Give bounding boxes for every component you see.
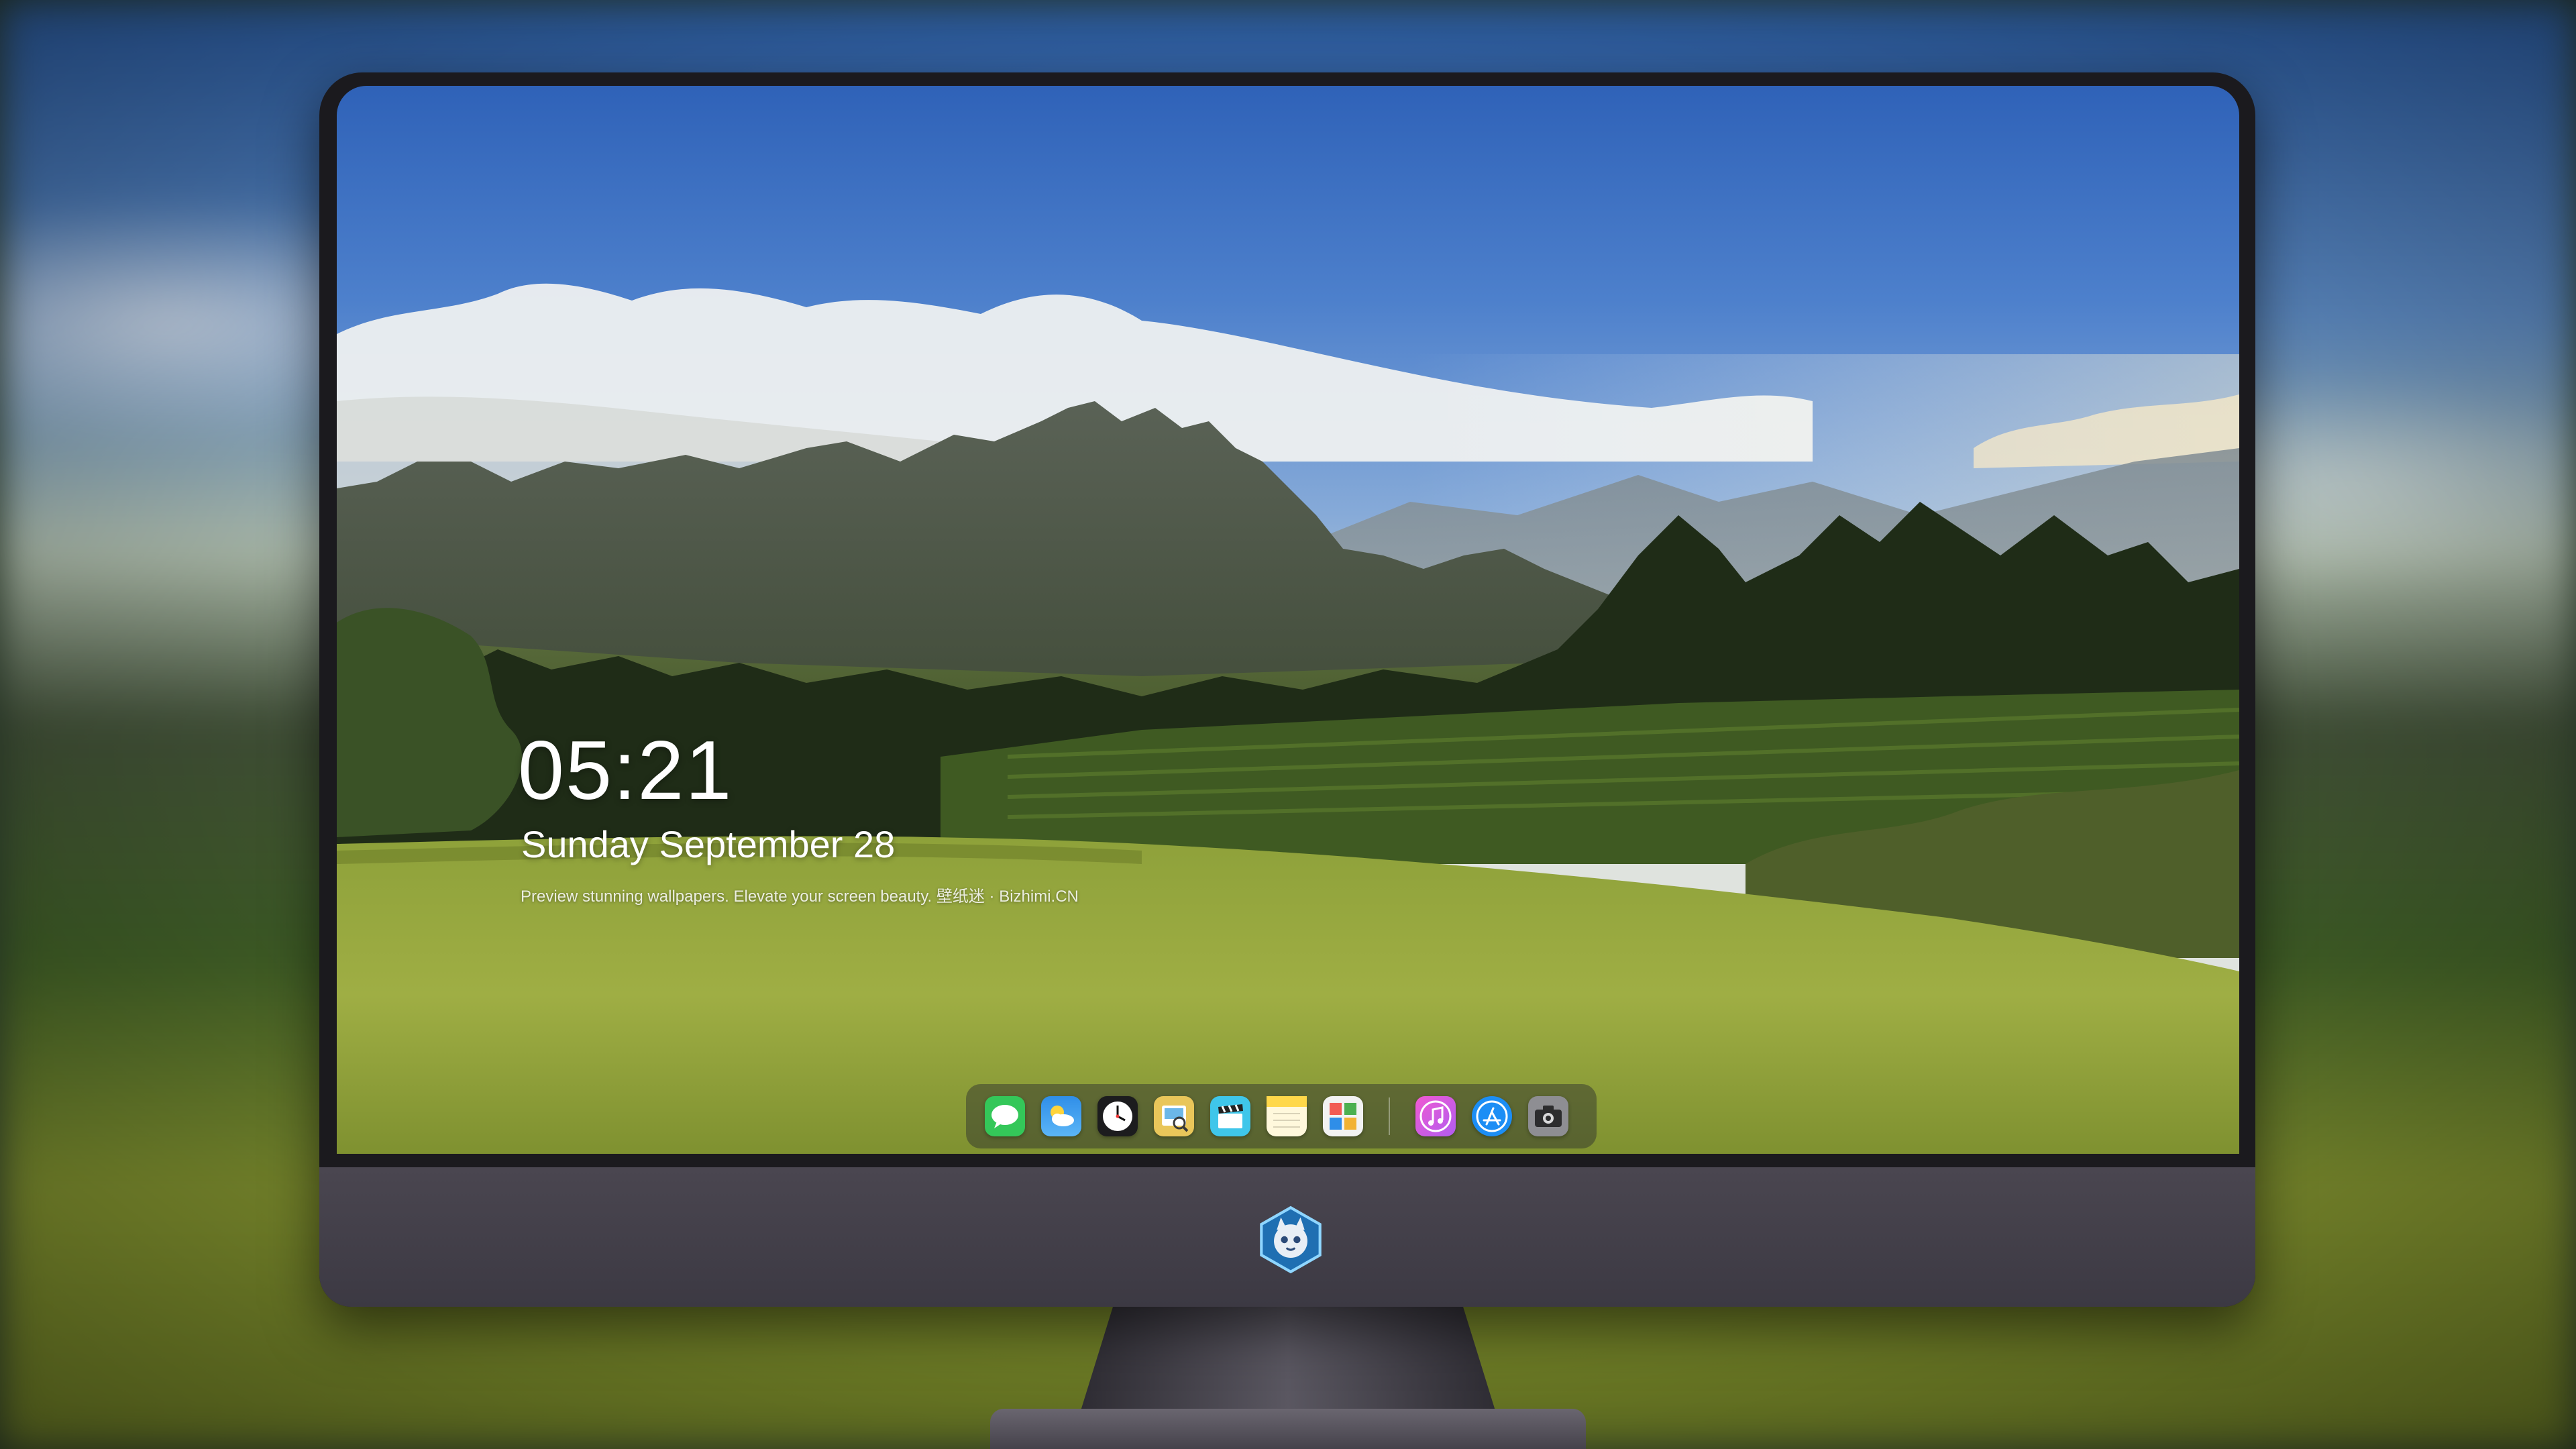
app-store-icon [1476,1100,1508,1132]
dock-separator [1389,1097,1390,1135]
dock-app-clock[interactable] [1097,1096,1138,1136]
desktop-screen: 05:21 Sunday September 28 Preview stunni… [337,86,2239,1154]
dock-app-messages[interactable] [985,1096,1025,1136]
wallpaper-caption: Preview stunning wallpapers. Elevate you… [521,888,1079,906]
dock-app-clips[interactable] [1210,1096,1250,1136]
monitor-stand-base [990,1409,1586,1449]
dock-app-camera[interactable] [1528,1096,1568,1136]
dock-app-app-store[interactable] [1472,1096,1512,1136]
wallpaper-landscape [337,283,2239,1154]
music-icon [1419,1100,1452,1132]
dock-app-photo-booth[interactable] [1323,1096,1363,1136]
notes-icon [1267,1096,1307,1128]
preview-icon [1162,1106,1189,1132]
dock-app-itunes[interactable] [1415,1096,1456,1136]
dock-app-preview[interactable] [1154,1096,1194,1136]
camera-icon [1535,1106,1562,1127]
lock-screen-time: 05:21 [518,724,733,817]
monitor-chin [319,1167,2255,1307]
lock-screen-date: Sunday September 28 [521,823,896,865]
dock-app-notes[interactable] [1267,1096,1307,1136]
dock [966,1084,1597,1148]
clock-icon [1103,1102,1132,1131]
clapperboard-icon [1218,1104,1243,1128]
photo-grid-icon [1330,1103,1356,1130]
weather-icon [1051,1106,1074,1126]
logo-icon [1260,1205,1322,1274]
dock-app-weather[interactable] [1041,1096,1081,1136]
messages-icon [991,1105,1018,1128]
